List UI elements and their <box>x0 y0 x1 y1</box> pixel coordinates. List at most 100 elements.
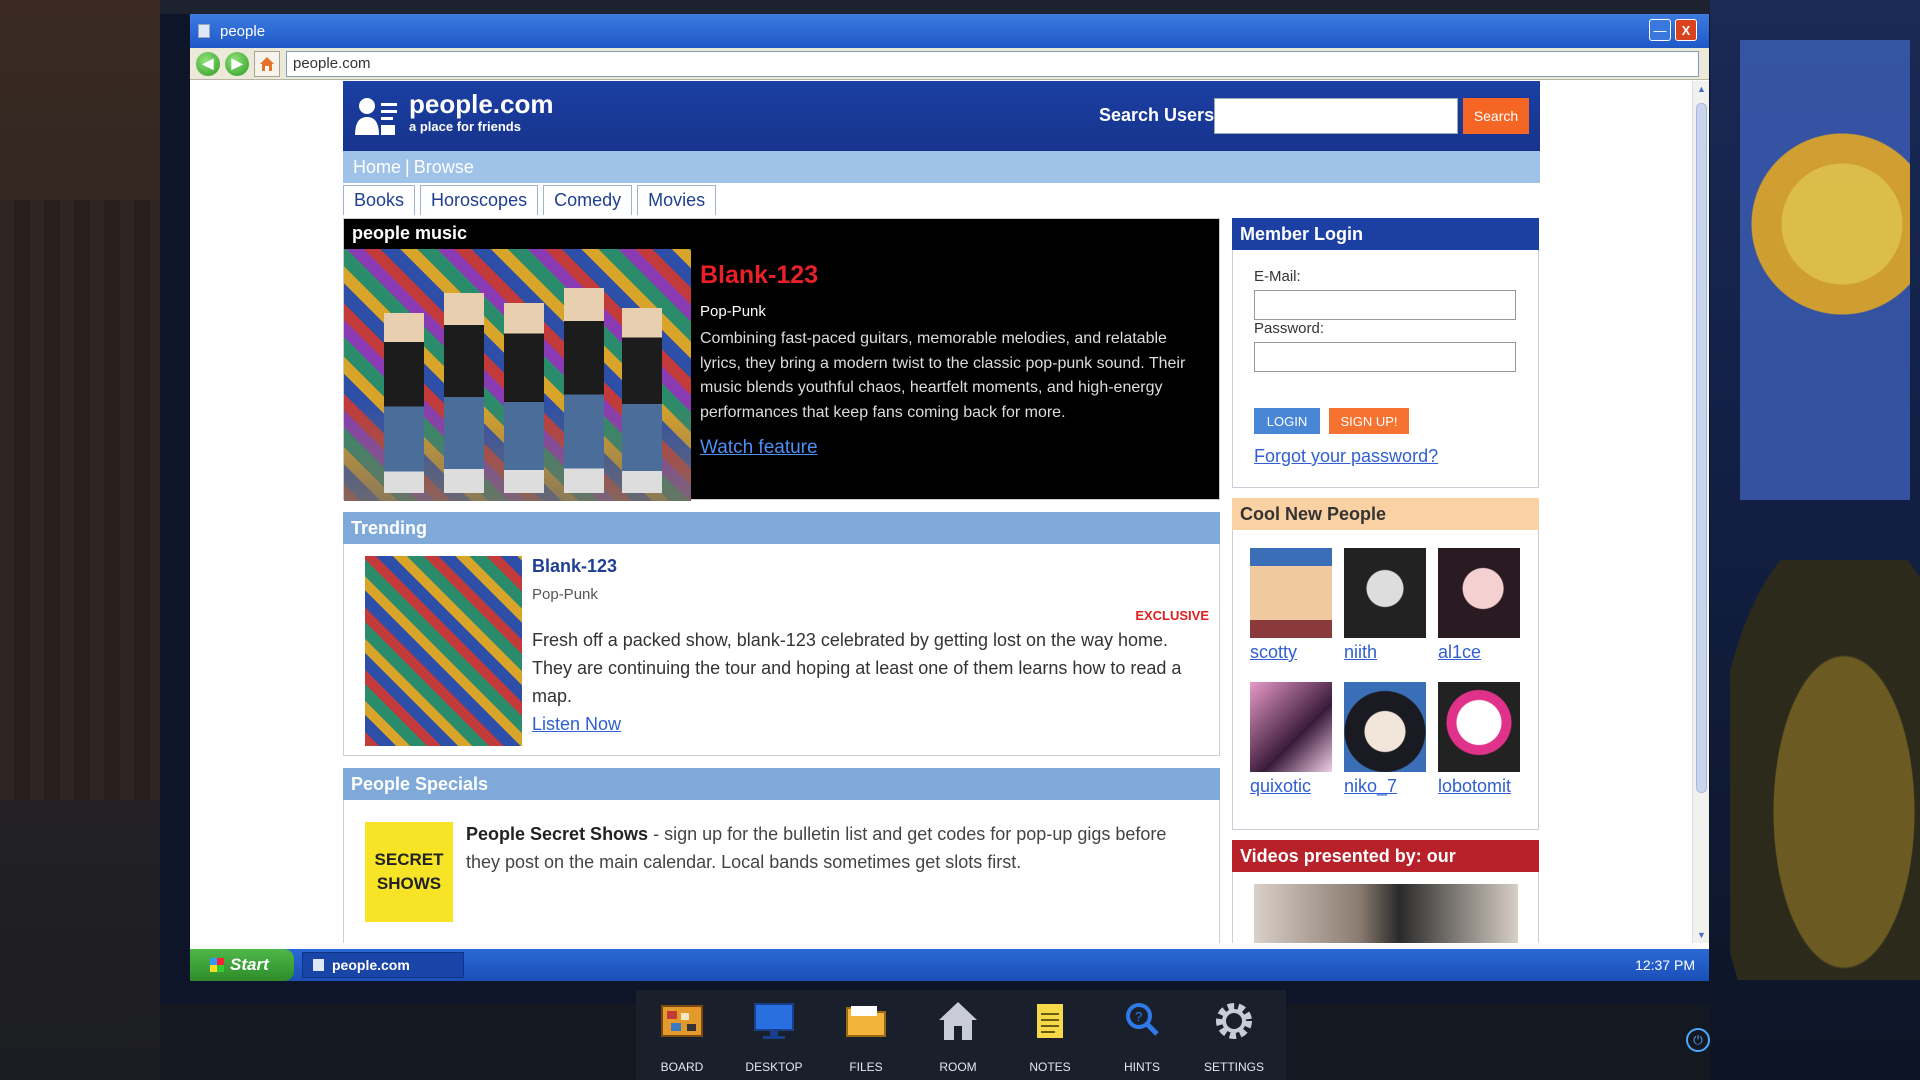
home-icon <box>260 56 274 71</box>
person-name[interactable]: scotty <box>1250 642 1332 663</box>
scroll-down-icon[interactable]: ▼ <box>1697 930 1706 940</box>
dock-label: FILES <box>849 1060 883 1074</box>
avatar[interactable] <box>1250 548 1332 638</box>
feature-genre: Pop-Punk <box>700 303 766 320</box>
url-field[interactable]: people.com <box>286 50 1699 77</box>
site-title[interactable]: people.com <box>409 89 553 120</box>
feature-description: Combining fast-paced guitars, memorable … <box>700 330 1186 421</box>
cool-new-people-box: scotty niith al1ce quixotic niko_7 lobot… <box>1232 530 1539 830</box>
exclusive-badge: EXCLUSIVE <box>1135 608 1209 623</box>
vertical-scrollbar[interactable]: ▲ ▼ <box>1692 81 1709 943</box>
band-member <box>564 288 604 493</box>
avatar[interactable] <box>1344 682 1426 772</box>
person-card[interactable]: quixotic <box>1250 682 1332 797</box>
tab-comedy[interactable]: Comedy <box>543 185 633 215</box>
main-column: people music Blank-123 Pop-Punk Combinin… <box>343 218 1220 943</box>
listen-now-link[interactable]: Listen Now <box>532 714 621 735</box>
sponsor-videos-box <box>1232 872 1539 943</box>
dock-label: DESKTOP <box>745 1060 803 1074</box>
search-button[interactable]: Search <box>1463 98 1529 134</box>
nav-home-link[interactable]: Home <box>353 157 401 178</box>
person-card[interactable]: niith <box>1344 548 1426 663</box>
dock-label: NOTES <box>1029 1060 1071 1074</box>
start-button[interactable]: Start <box>190 949 294 981</box>
dock-files[interactable]: FILES <box>820 990 912 1080</box>
browser-window: people — X ◀ ▶ people.com people.com a p… <box>190 14 1709 949</box>
taskbar-item-people[interactable]: people.com <box>302 952 464 978</box>
avatar[interactable] <box>1250 682 1332 772</box>
page-viewport: people.com a place for friends Search Us… <box>190 81 1692 943</box>
power-icon[interactable]: ⏻ <box>1686 1028 1710 1052</box>
site-nav: Home | Browse <box>343 151 1540 183</box>
sidebar-column: Member Login E-Mail: Password: LOGIN SIG… <box>1232 218 1539 943</box>
svg-text:?: ? <box>1135 1009 1142 1024</box>
person-card[interactable]: scotty <box>1250 548 1332 663</box>
home-button[interactable] <box>254 50 280 77</box>
specials-headline: People Secret Shows <box>466 824 649 844</box>
close-button[interactable]: X <box>1675 19 1697 41</box>
trending-band-photo[interactable] <box>365 556 522 746</box>
room-wall-right <box>1710 0 1920 1080</box>
nav-separator: | <box>405 156 410 177</box>
title-bar[interactable]: people — X <box>190 14 1709 48</box>
person-name[interactable]: niith <box>1344 642 1426 663</box>
band-member <box>384 313 424 493</box>
trending-band-name[interactable]: Blank-123 <box>532 556 617 577</box>
trending-genre: Pop-Punk <box>532 586 598 603</box>
person-name[interactable]: quixotic <box>1250 776 1332 797</box>
hints-icon: ? <box>1126 1003 1159 1036</box>
person-name[interactable]: lobotomit <box>1438 776 1520 797</box>
email-label: E-Mail: <box>1254 268 1301 285</box>
tab-horoscopes[interactable]: Horoscopes <box>420 185 539 215</box>
tab-movies[interactable]: Movies <box>637 185 717 215</box>
person-card[interactable]: niko_7 <box>1344 682 1426 797</box>
notes-icon <box>1037 1004 1063 1038</box>
person-card[interactable]: lobotomit <box>1438 682 1520 797</box>
dock-board[interactable]: BOARD <box>636 990 728 1080</box>
email-field[interactable] <box>1254 290 1516 320</box>
person-card[interactable]: al1ce <box>1438 548 1520 663</box>
band-member <box>622 308 662 493</box>
person-name[interactable]: niko_7 <box>1344 776 1426 797</box>
watch-feature-link[interactable]: Watch feature <box>700 437 818 459</box>
dock-settings[interactable]: SETTINGS <box>1188 990 1280 1080</box>
back-button[interactable]: ◀ <box>196 51 220 76</box>
desktop-icon <box>754 1003 794 1039</box>
avatar[interactable] <box>1438 682 1520 772</box>
people-site: people.com a place for friends Search Us… <box>343 81 1540 943</box>
forward-button[interactable]: ▶ <box>225 51 249 76</box>
videos-header: Videos presented by: our sponsors <box>1232 840 1539 887</box>
avatar[interactable] <box>1438 548 1520 638</box>
feature-section-title: people music <box>352 223 468 243</box>
minimize-button[interactable]: — <box>1649 19 1671 41</box>
site-tagline: a place for friends <box>409 119 521 134</box>
cool-new-people-header: Cool New People <box>1232 498 1539 530</box>
secret-shows-badge: SECRET SHOWS <box>365 822 453 922</box>
wood-panel <box>0 200 160 800</box>
taskbar: Start people.com 12:37 PM <box>190 949 1709 981</box>
room-icon <box>939 1002 977 1040</box>
dock-notes[interactable]: NOTES <box>1004 990 1096 1080</box>
category-tabs: Books Horoscopes Comedy Movies <box>343 183 1540 215</box>
person-name[interactable]: al1ce <box>1438 642 1520 663</box>
dock-hints[interactable]: ? HINTS <box>1096 990 1188 1080</box>
trending-item: Blank-123 Pop-Punk EXCLUSIVE Fresh off a… <box>343 544 1220 756</box>
windows-flag-icon <box>210 958 224 972</box>
signup-button[interactable]: SIGN UP! <box>1329 408 1409 434</box>
specials-item: SECRET SHOWS People Secret Shows - sign … <box>343 800 1220 943</box>
search-users-input[interactable] <box>1214 98 1458 134</box>
scroll-up-icon[interactable]: ▲ <box>1697 84 1706 94</box>
taskbar-item-label: people.com <box>332 957 410 973</box>
avatar[interactable] <box>1344 548 1426 638</box>
password-field[interactable] <box>1254 342 1516 372</box>
password-label: Password: <box>1254 320 1325 337</box>
dock-desktop[interactable]: DESKTOP <box>728 990 820 1080</box>
nav-browse-link[interactable]: Browse <box>414 157 474 178</box>
site-header: people.com a place for friends Search Us… <box>343 81 1540 151</box>
forgot-password-link[interactable]: Forgot your password? <box>1254 446 1438 467</box>
video-thumbnail[interactable] <box>1254 884 1518 943</box>
dock-room[interactable]: ROOM <box>912 990 1004 1080</box>
tab-books[interactable]: Books <box>343 185 416 215</box>
scroll-thumb[interactable] <box>1696 103 1707 793</box>
login-button[interactable]: LOGIN <box>1254 408 1320 434</box>
